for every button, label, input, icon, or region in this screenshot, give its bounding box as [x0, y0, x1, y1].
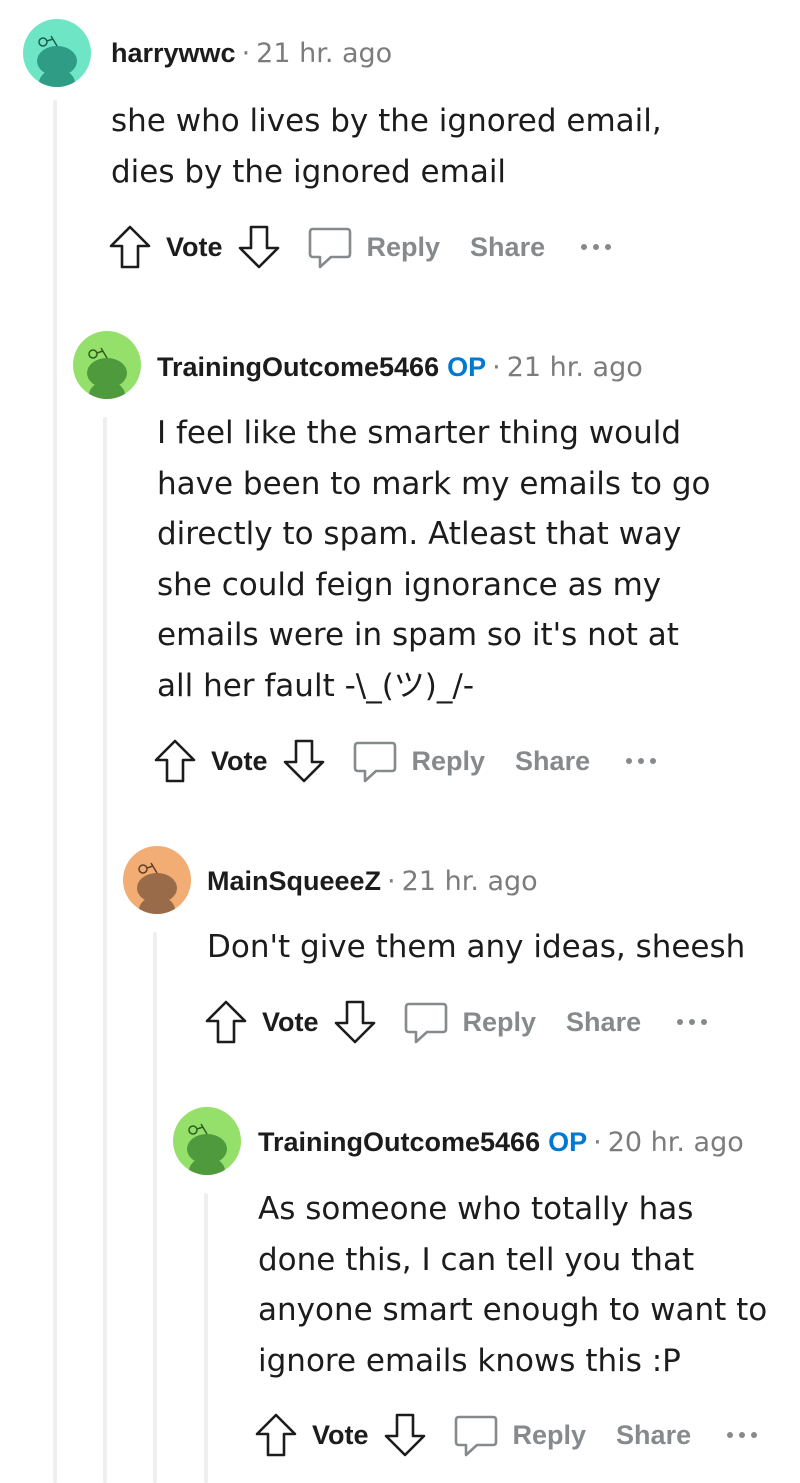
comment-actions: Vote Reply Share [254, 1410, 758, 1460]
reply-button[interactable]: Reply [403, 999, 537, 1045]
comment-meta: TrainingOutcome5466 OP · 21 hr. ago [157, 350, 643, 385]
reply-label: Reply [411, 745, 486, 776]
snoo-avatar-icon [23, 19, 91, 87]
comment-bubble-icon [454, 1415, 497, 1457]
upvote-button[interactable] [204, 999, 248, 1045]
upvote-icon [154, 739, 196, 783]
snoo-avatar-icon [123, 846, 191, 914]
timestamp[interactable]: 21 hr. ago [507, 352, 643, 383]
downvote-icon [384, 1413, 425, 1457]
comment-meta: harrywwc · 21 hr. ago [111, 36, 392, 71]
reply-label: Reply [366, 231, 441, 262]
upvote-button[interactable] [254, 1412, 298, 1458]
vote-count: Vote [262, 1006, 319, 1037]
vote-count: Vote [312, 1419, 369, 1450]
upvote-icon [205, 1000, 247, 1044]
snoo-avatar-icon [173, 1107, 241, 1175]
share-button[interactable]: Share [470, 232, 545, 263]
more-options-icon[interactable] [626, 758, 657, 764]
share-label: Share [616, 1419, 692, 1450]
share-button[interactable]: Share [566, 1007, 641, 1038]
share-label: Share [515, 745, 591, 776]
avatar[interactable] [23, 19, 91, 87]
comment-actions: Vote Reply Share [204, 997, 708, 1047]
reply-button[interactable]: Reply [453, 1412, 587, 1458]
reply-label: Reply [512, 1419, 587, 1450]
author-name[interactable]: TrainingOutcome5466 [258, 1127, 540, 1157]
op-badge: OP [548, 1127, 588, 1157]
downvote-button[interactable] [333, 999, 377, 1045]
comment-body: Don't give them any ideas, sheesh [207, 929, 746, 965]
reply-label: Reply [462, 1006, 537, 1037]
reply-button[interactable]: Reply [352, 738, 486, 784]
upvote-button[interactable] [108, 224, 152, 270]
upvote-button[interactable] [153, 738, 197, 784]
comment-meta: MainSqueeeZ · 21 hr. ago [207, 864, 538, 899]
downvote-button[interactable] [383, 1412, 427, 1458]
more-options-icon[interactable] [581, 244, 612, 250]
author-name[interactable]: TrainingOutcome5466 [157, 352, 439, 382]
timestamp[interactable]: 21 hr. ago [402, 866, 538, 897]
thread-line-level-1[interactable] [53, 100, 57, 1483]
downvote-button[interactable] [282, 738, 326, 784]
comment-bubble-icon [308, 227, 351, 269]
snoo-avatar-icon [73, 331, 141, 399]
downvote-button[interactable] [237, 224, 281, 270]
thread-line-level-3[interactable] [153, 932, 157, 1483]
avatar[interactable] [173, 1107, 241, 1175]
separator-dot: · [387, 866, 396, 897]
timestamp[interactable]: 21 hr. ago [256, 38, 392, 69]
comment-bubble-icon [404, 1002, 447, 1044]
comment-actions: Vote Reply Share [108, 222, 612, 272]
vote-count: Vote [211, 745, 268, 776]
more-options-icon[interactable] [677, 1019, 708, 1025]
comment-actions: Vote Reply Share [153, 736, 657, 786]
share-label: Share [470, 231, 546, 262]
comment-bubble-icon [353, 741, 396, 783]
downvote-icon [238, 225, 279, 269]
author-name[interactable]: harrywwc [111, 38, 236, 68]
thread-line-level-4[interactable] [204, 1193, 208, 1483]
reply-button[interactable]: Reply [307, 224, 441, 270]
downvote-icon [283, 739, 324, 783]
comment-meta: TrainingOutcome5466 OP · 20 hr. ago [258, 1125, 744, 1160]
op-badge: OP [447, 352, 487, 382]
vote-count: Vote [166, 231, 223, 262]
thread-line-level-2[interactable] [103, 417, 107, 1483]
downvote-icon [334, 1000, 375, 1044]
avatar[interactable] [123, 846, 191, 914]
share-button[interactable]: Share [515, 746, 590, 777]
comment-body: I feel like the smarter thing would have… [157, 415, 711, 704]
upvote-icon [255, 1413, 297, 1457]
separator-dot: · [241, 38, 251, 69]
upvote-icon [109, 225, 151, 269]
more-options-icon[interactable] [727, 1432, 758, 1438]
comment-body: As someone who totally has done this, I … [258, 1191, 768, 1379]
separator-dot: · [492, 352, 501, 383]
author-name[interactable]: MainSqueeeZ [207, 866, 381, 896]
timestamp[interactable]: 20 hr. ago [608, 1127, 744, 1158]
share-label: Share [566, 1006, 642, 1037]
avatar[interactable] [73, 331, 141, 399]
comment-body: she who lives by the ignored email, dies… [111, 103, 662, 190]
separator-dot: · [593, 1127, 602, 1158]
share-button[interactable]: Share [616, 1420, 691, 1451]
